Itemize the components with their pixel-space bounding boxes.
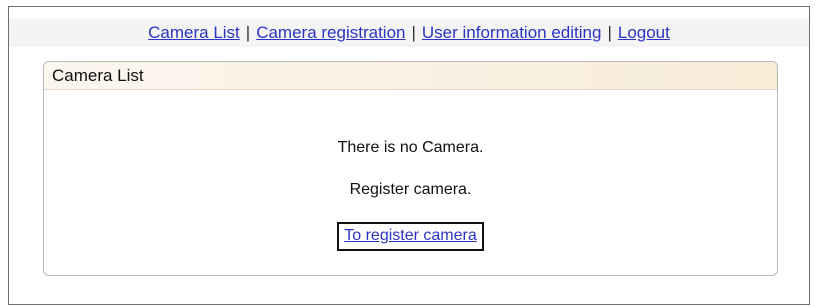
top-navigation: Camera List | Camera registration | User inf…: [9, 19, 809, 47]
to-register-camera-link[interactable]: To register camera: [337, 222, 484, 251]
cta-wrapper: To register camera: [44, 222, 777, 251]
panel-title: Camera List: [44, 62, 777, 90]
nav-separator: |: [245, 23, 251, 42]
nav-separator: |: [411, 23, 416, 42]
nav-link-logout[interactable]: Logout: [618, 23, 670, 42]
camera-list-panel: Camera List There is no Camera. Register…: [43, 61, 778, 276]
nav-link-camera-registration[interactable]: Camera registration: [256, 23, 405, 42]
register-prompt: Register camera.: [349, 181, 472, 198]
nav-separator: |: [607, 23, 612, 42]
empty-state-message: There is no Camera.: [337, 139, 484, 156]
page-frame: Camera List | Camera registration | User inf…: [8, 6, 810, 305]
nav-link-user-information-editing[interactable]: User information editing: [422, 23, 602, 42]
nav-link-camera-list[interactable]: Camera List: [148, 23, 240, 42]
